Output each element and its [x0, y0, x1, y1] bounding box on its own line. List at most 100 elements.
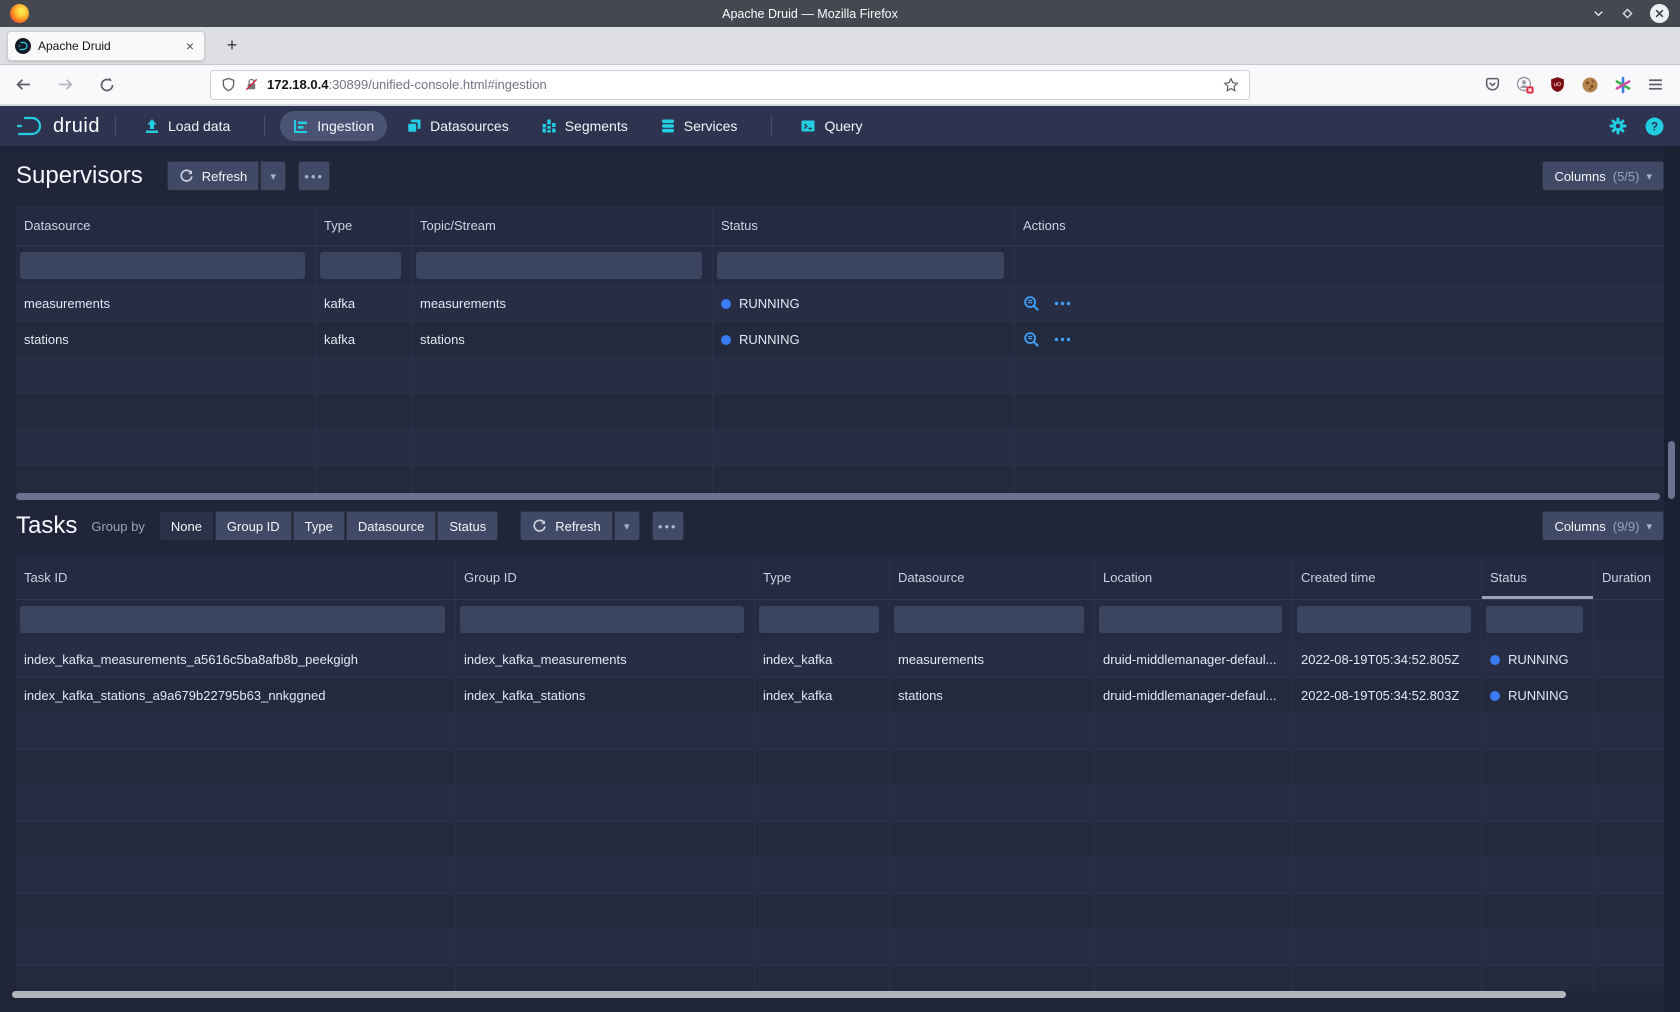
vertical-scrollbar-thumb[interactable]: [1668, 441, 1675, 499]
column-header-type[interactable]: Type: [316, 206, 412, 245]
extension-account-icon[interactable]: [1516, 76, 1534, 94]
tasks-toolbar: Tasks Group by None Group ID Type Dataso…: [0, 508, 1680, 544]
inspect-magnifier-icon[interactable]: [1023, 295, 1040, 312]
bookmark-star-icon[interactable]: [1223, 77, 1239, 93]
datasource-filter-input[interactable]: [894, 606, 1084, 633]
supervisors-refresh-split: Refresh ▾: [167, 161, 287, 191]
datasource-filter-input[interactable]: [20, 252, 305, 279]
empty-row: [16, 714, 1664, 750]
window-close-icon[interactable]: [1649, 3, 1670, 24]
row-more-icon[interactable]: [1054, 299, 1071, 308]
url-bar[interactable]: 172.18.0.4:30899/unified-console.html#in…: [210, 70, 1250, 100]
cookie-extension-icon[interactable]: [1581, 76, 1599, 94]
type-filter-input[interactable]: [759, 606, 879, 633]
group-id-filter-input[interactable]: [460, 606, 744, 633]
supervisors-refresh-caret-button[interactable]: ▾: [260, 161, 286, 191]
window-maximize-icon[interactable]: [1620, 6, 1635, 21]
cell-topic: measurements: [412, 286, 713, 321]
column-header-status[interactable]: Status: [713, 206, 1015, 245]
topic-stream-filter-input[interactable]: [416, 252, 702, 279]
inspect-magnifier-icon[interactable]: [1023, 331, 1040, 348]
insecure-lock-icon[interactable]: [244, 77, 259, 92]
status-filter-input[interactable]: [717, 252, 1004, 279]
column-header-status-sorted[interactable]: Status: [1482, 556, 1594, 599]
group-by-type-button[interactable]: Type: [293, 511, 345, 541]
group-by-datasource-button[interactable]: Datasource: [346, 511, 436, 541]
cell-datasource: measurements: [890, 642, 1095, 677]
scrollbar-thumb[interactable]: [16, 493, 1660, 500]
tasks-refresh-caret-button[interactable]: ▾: [614, 511, 640, 541]
nav-item-datasources[interactable]: Datasources: [393, 111, 522, 141]
created-time-filter-input[interactable]: [1297, 606, 1471, 633]
scrollbar-thumb[interactable]: [12, 991, 1566, 998]
row-more-icon[interactable]: [1054, 335, 1071, 344]
back-button[interactable]: [10, 72, 36, 98]
window-minimize-icon[interactable]: [1591, 6, 1606, 21]
group-by-group-id-button[interactable]: Group ID: [215, 511, 292, 541]
pocket-icon[interactable]: [1484, 76, 1501, 93]
reload-button[interactable]: [94, 72, 120, 98]
group-by-status-button[interactable]: Status: [437, 511, 498, 541]
column-header-created-time[interactable]: Created time: [1293, 556, 1482, 599]
supervisor-row[interactable]: measurements kafka measurements RUNNING: [16, 286, 1664, 322]
column-header-duration[interactable]: Duration: [1594, 556, 1664, 599]
task-id-filter-input[interactable]: [20, 606, 445, 633]
cell-status: RUNNING: [713, 322, 1015, 357]
nav-item-ingestion[interactable]: Ingestion: [280, 111, 387, 141]
segments-icon: [541, 118, 557, 134]
tasks-refresh-button[interactable]: Refresh: [520, 511, 613, 541]
task-row[interactable]: index_kafka_stations_a9a679b22795b63_nnk…: [16, 678, 1664, 714]
cell-task-id: index_kafka_stations_a9a679b22795b63_nnk…: [16, 678, 456, 713]
tab-close-icon[interactable]: ×: [183, 38, 197, 54]
tasks-h-scrollbar: [16, 991, 1664, 999]
shield-icon[interactable]: [221, 77, 236, 92]
new-tab-button[interactable]: +: [219, 33, 245, 59]
cell-group-id: index_kafka_stations: [456, 678, 755, 713]
nav-item-services[interactable]: Services: [647, 111, 751, 141]
supervisors-refresh-button[interactable]: Refresh: [167, 161, 260, 191]
nav-item-label: Query: [824, 118, 862, 134]
svg-text:?: ?: [1651, 120, 1658, 133]
supervisors-columns-button[interactable]: Columns(5/5)▾: [1542, 161, 1664, 191]
tasks-table-header: Task ID Group ID Type Datasource Locatio…: [16, 556, 1664, 600]
supervisors-more-button[interactable]: •••: [298, 161, 330, 191]
supervisor-row[interactable]: stations kafka stations RUNNING: [16, 322, 1664, 358]
nav-item-segments[interactable]: Segments: [528, 111, 641, 141]
supervisors-table-header: Datasource Type Topic/Stream Status Acti…: [16, 206, 1664, 246]
forward-button[interactable]: [52, 72, 78, 98]
menu-hamburger-icon[interactable]: [1647, 76, 1664, 93]
multi-account-extension-icon[interactable]: [1614, 76, 1632, 94]
query-console-icon: [800, 118, 816, 134]
tab-apache-druid[interactable]: Apache Druid ×: [7, 31, 205, 61]
column-header-location[interactable]: Location: [1095, 556, 1293, 599]
nav-item-query[interactable]: Query: [787, 111, 875, 141]
status-dot: [721, 299, 731, 309]
column-header-type[interactable]: Type: [755, 556, 890, 599]
type-filter-input[interactable]: [320, 252, 401, 279]
tasks-columns-button[interactable]: Columns(9/9)▾: [1542, 511, 1664, 541]
settings-gear-icon[interactable]: [1609, 117, 1627, 135]
druid-logo[interactable]: druid: [16, 114, 100, 138]
task-row[interactable]: index_kafka_measurements_a5616c5ba8afb8b…: [16, 642, 1664, 678]
tasks-more-button[interactable]: •••: [652, 511, 684, 541]
url-text: 172.18.0.4:30899/unified-console.html#in…: [267, 77, 1215, 92]
cell-task-id: index_kafka_measurements_a5616c5ba8afb8b…: [16, 642, 456, 677]
column-header-datasource[interactable]: Datasource: [890, 556, 1095, 599]
ublock-origin-icon[interactable]: uO: [1549, 76, 1566, 93]
help-icon[interactable]: ?: [1645, 117, 1664, 136]
empty-row: [16, 358, 1664, 394]
cell-datasource: measurements: [16, 286, 316, 321]
cell-actions: [1015, 286, 1664, 321]
empty-row: [16, 858, 1664, 894]
tab-strip: Apache Druid × +: [0, 27, 1680, 65]
group-by-none-button[interactable]: None: [159, 511, 214, 541]
ingestion-icon: [293, 118, 309, 134]
nav-item-load-data[interactable]: Load data: [131, 111, 243, 141]
column-header-group-id[interactable]: Group ID: [456, 556, 755, 599]
column-header-task-id[interactable]: Task ID: [16, 556, 456, 599]
chevron-down-icon: ▾: [1646, 170, 1652, 183]
location-filter-input[interactable]: [1099, 606, 1282, 633]
column-header-datasource[interactable]: Datasource: [16, 206, 316, 245]
status-filter-input[interactable]: [1486, 606, 1583, 633]
column-header-topic-stream[interactable]: Topic/Stream: [412, 206, 713, 245]
